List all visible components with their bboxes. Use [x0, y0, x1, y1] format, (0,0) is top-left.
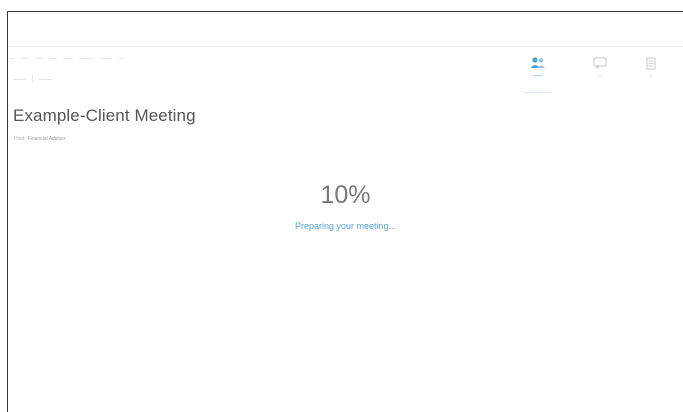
notes-icon	[646, 57, 656, 70]
notes-button[interactable]: ▁	[631, 57, 671, 85]
menu-item[interactable]: ▁▁▁▁▁	[100, 55, 112, 59]
sub-toolbar-item[interactable]: ▁▁▁▁▁▁	[39, 76, 53, 80]
menu-item[interactable]: ▁▁	[10, 55, 15, 59]
host-line: Host: Financial Advisor	[14, 136, 65, 142]
people-icon	[530, 57, 545, 68]
chat-label: ▁	[598, 72, 602, 76]
menu-bar: ▁▁ ▁▁▁ ▁▁▁ ▁▁▁ ▁▁▁▁ ▁▁▁▁▁▁ ▁▁▁▁▁ ▁▁	[10, 55, 124, 59]
meeting-title: Example-Client Meeting	[13, 106, 196, 125]
menu-item[interactable]: ▁▁▁	[22, 55, 29, 59]
divider	[31, 74, 33, 82]
menu-item[interactable]: ▁▁	[119, 55, 124, 59]
menu-item[interactable]: ▁▁▁▁	[63, 55, 72, 59]
host-label: Host:	[14, 136, 26, 142]
title-bar	[8, 12, 683, 46]
app-window: ▁▁ ▁▁▁ ▁▁▁ ▁▁▁ ▁▁▁▁ ▁▁▁▁▁▁ ▁▁▁▁▁ ▁▁ ▁▁▁▁…	[7, 11, 683, 412]
menu-item[interactable]: ▁▁▁▁▁▁	[80, 55, 94, 59]
host-name: Financial Advisor	[27, 136, 66, 142]
participants-button[interactable]: ▁▁▁▁	[518, 57, 558, 93]
sub-toolbar-item[interactable]: ▁▁▁▁▁	[14, 76, 26, 80]
loading-status: Preparing your meeting...	[294, 221, 397, 231]
toolbar: ▁▁ ▁▁▁ ▁▁▁ ▁▁▁ ▁▁▁▁ ▁▁▁▁▁▁ ▁▁▁▁▁ ▁▁ ▁▁▁▁…	[8, 46, 683, 97]
menu-item[interactable]: ▁▁▁	[36, 55, 43, 59]
loading-percent: 10%	[320, 181, 371, 209]
sub-toolbar: ▁▁▁▁▁ ▁▁▁▁▁▁	[14, 74, 52, 82]
menu-item[interactable]: ▁▁▁	[49, 55, 56, 59]
participants-label: ▁▁▁▁	[533, 72, 543, 76]
notes-label: ▁	[649, 73, 653, 77]
chat-icon	[593, 57, 607, 69]
chat-button[interactable]: ▁	[580, 57, 620, 85]
